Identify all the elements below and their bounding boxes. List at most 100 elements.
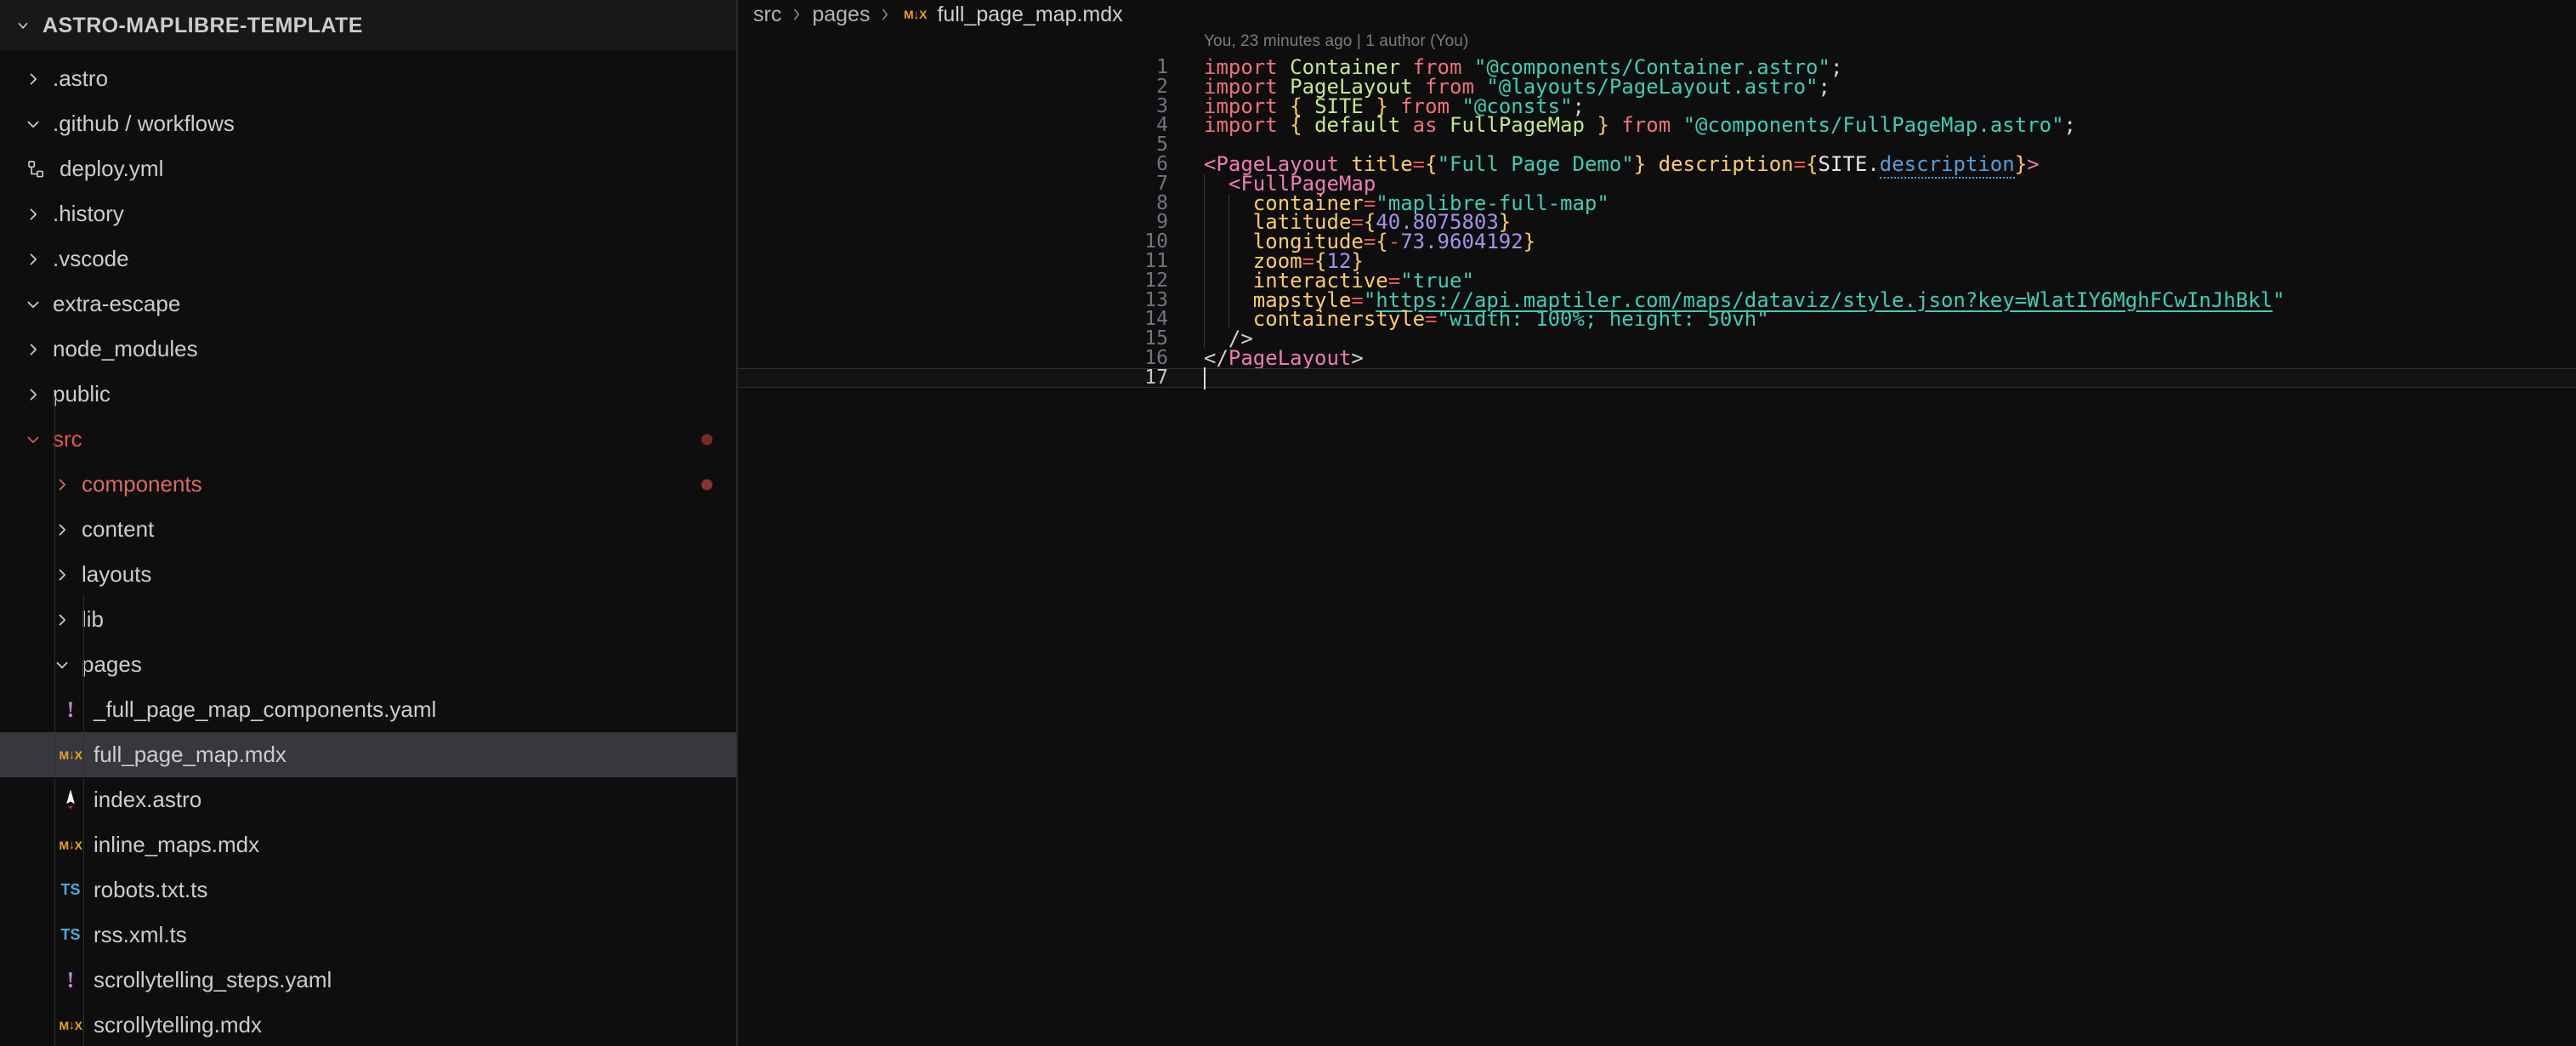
file-tree: .astro .github / workflows deploy.yml .hist… (0, 51, 736, 1046)
breadcrumb-item-src[interactable]: src (753, 3, 781, 27)
tree-item-label: full_page_map.mdx (94, 742, 287, 767)
git-blame-annotation: You, 23 minutes ago | 1 author (You) (1204, 32, 1469, 50)
code-line[interactable]: 10 longitude={-73.9604192} (738, 230, 2576, 253)
line-content[interactable]: <PageLayout title={"Full Page Demo"} des… (1187, 151, 2576, 179)
tree-file-rss-xml-ts[interactable]: TS rss.xml.ts (0, 912, 736, 958)
code-line[interactable]: 17 (738, 366, 2576, 389)
tree-folder-vscode[interactable]: .vscode (0, 236, 736, 281)
chevron-right-icon-2 (877, 7, 893, 22)
tree-folder-history[interactable]: .history (0, 191, 736, 236)
modified-indicator-dot (701, 434, 712, 445)
line-number: 17 (1144, 366, 1168, 389)
code-line[interactable]: 16 </PageLayout> (738, 346, 2576, 369)
chevron-right-icon[interactable] (48, 476, 77, 493)
tree-indent-guide (83, 595, 84, 1046)
chevron-down-icon[interactable] (19, 431, 48, 448)
tree-item-label: rss.xml.ts (94, 922, 187, 947)
line-number: 10 (1144, 230, 1168, 253)
tree-item-label: pages (82, 651, 142, 677)
breadcrumb: src pages M ↓ X full_page_map.mdx (738, 0, 2576, 29)
chevron-right-icon[interactable] (19, 341, 48, 358)
tree-folder-public[interactable]: public (0, 372, 736, 417)
chevron-right-icon[interactable] (48, 566, 77, 583)
tree-folder-layouts[interactable]: layouts (0, 552, 736, 597)
line-content[interactable]: /> (1187, 328, 2576, 349)
explorer-root-header[interactable]: ASTRO-MAPLIBRE-TEMPLATE (0, 0, 736, 51)
line-number: 9 (1156, 211, 1168, 234)
tree-folder-node-modules[interactable]: node_modules (0, 327, 736, 372)
tree-folder-content[interactable]: content (0, 507, 736, 552)
code-line[interactable]: 2 import PageLayout from "@layouts/PageLa… (738, 77, 2576, 97)
tree-file-robots-txt-ts[interactable]: TS robots.txt.ts (0, 867, 736, 912)
line-number: 11 (1144, 249, 1168, 272)
chevron-right-icon[interactable] (19, 386, 48, 403)
chevron-right-icon[interactable] (19, 206, 48, 223)
line-number: 15 (1144, 327, 1168, 350)
chevron-down-icon[interactable] (19, 296, 48, 313)
tree-file-deploy-yml[interactable]: deploy.yml (0, 146, 736, 191)
code-line[interactable]: 6 <PageLayout title={"Full Page Demo"} de… (738, 151, 2576, 179)
tree-item-label: .astro (53, 65, 109, 91)
tree-item-label: public (53, 381, 111, 406)
chevron-right-icon (789, 7, 804, 22)
tree-item-label: deploy.yml (60, 156, 164, 181)
tree-item-label: content (82, 516, 155, 542)
tree-folder-components[interactable]: components (0, 462, 736, 507)
tree-item-label: inline_maps.mdx (94, 832, 260, 857)
line-number: 4 (1156, 114, 1168, 137)
line-number: 1 (1156, 56, 1168, 78)
line-content[interactable]: import { default as FullPageMap } from "… (1187, 115, 2576, 135)
vscode-window: ASTRO-MAPLIBRE-TEMPLATE .astro .github / … (0, 0, 2576, 1046)
tree-folder-pages[interactable]: pages (0, 642, 736, 687)
text-cursor (1204, 367, 1206, 389)
breadcrumb-item-pages[interactable]: pages (812, 3, 870, 27)
chevron-down-icon[interactable] (48, 657, 77, 674)
tree-file-index-astro[interactable]: index.astro (0, 777, 736, 822)
chevron-right-icon[interactable] (48, 521, 77, 538)
tree-file-full-page-map-components-yaml[interactable]: ! _full_page_map_components.yaml (0, 687, 736, 732)
chevron-right-icon[interactable] (48, 611, 77, 628)
line-number: 12 (1144, 269, 1168, 292)
line-number: 3 (1156, 94, 1168, 117)
line-number: 16 (1144, 346, 1168, 369)
tree-item-label: .github / workflows (53, 111, 235, 136)
chevron-down-icon[interactable] (15, 18, 31, 33)
line-content[interactable] (1170, 368, 2576, 388)
line-number: 6 (1156, 152, 1168, 175)
tree-file-full-page-map-mdx[interactable]: M ↓ Xfull_page_map.mdx (0, 732, 736, 777)
tree-folder-src[interactable]: src (0, 417, 736, 462)
workflow-icon (19, 159, 54, 179)
tree-item-label: extra-escape (53, 291, 181, 316)
tree-item-label: index.astro (94, 787, 202, 812)
tree-folder-lib[interactable]: lib (0, 597, 736, 642)
tree-folder-extra-escape[interactable]: extra-escape (0, 281, 736, 327)
code-line[interactable]: 14 containerstyle="width: 100%; height: … (738, 308, 2576, 331)
chevron-right-icon[interactable] (19, 71, 48, 88)
tree-item-label: scrollytelling.mdx (94, 1012, 262, 1037)
tree-item-label: layouts (82, 561, 152, 587)
tree-item-label: components (82, 471, 202, 497)
tree-item-label: scrollytelling_steps.yaml (94, 967, 332, 992)
code-line[interactable]: 7 <FullPageMap (738, 173, 2576, 194)
tree-item-label: _full_page_map_components.yaml (94, 696, 437, 722)
tree-file-scrollytelling-mdx[interactable]: M ↓ Xscrollytelling.mdx (0, 1003, 736, 1046)
chevron-down-icon[interactable] (19, 116, 48, 133)
code-line[interactable]: 8 container="maplibre-full-map" (738, 193, 2576, 213)
breadcrumb-item-file[interactable]: full_page_map.mdx (937, 3, 1122, 27)
code-line[interactable]: 11 zoom={12} (738, 249, 2576, 272)
modified-indicator-dot (701, 479, 712, 490)
tree-file-scrollytelling-steps-yaml[interactable]: ! scrollytelling_steps.yaml (0, 958, 736, 1003)
code-line[interactable]: 15 /> (738, 327, 2576, 350)
code-line[interactable]: 9 latitude={40.8075803} (738, 211, 2576, 234)
chevron-right-icon[interactable] (19, 251, 48, 268)
line-content[interactable]: containerstyle="width: 100%; height: 50v… (1187, 309, 2576, 329)
line-content[interactable]: longitude={-73.9604192} (1187, 231, 2576, 252)
tree-file-inline-maps-mdx[interactable]: M ↓ Xinline_maps.mdx (0, 822, 736, 867)
tree-folder-github-workflows[interactable]: .github / workflows (0, 101, 736, 146)
code-line[interactable]: 4 import { default as FullPageMap } from … (738, 114, 2576, 137)
line-number: 2 (1156, 75, 1168, 98)
line-content[interactable]: </PageLayout> (1187, 348, 2576, 368)
line-number: 14 (1144, 308, 1168, 331)
tree-folder-astro[interactable]: .astro (0, 56, 736, 101)
code-lines[interactable]: 1 import Container from "@components/Cont… (738, 56, 2576, 389)
